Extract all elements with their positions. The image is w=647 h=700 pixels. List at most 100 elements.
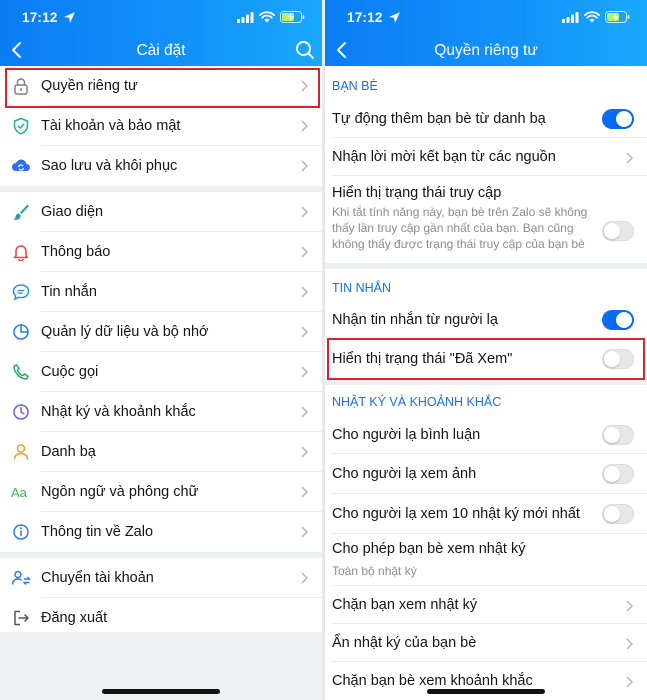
chevron-right-icon (626, 152, 633, 164)
section-header-diary: NHẬT KÝ VÀ KHOẢNH KHẮC (325, 385, 647, 415)
header-bar: 17:12 Cài đặt (0, 0, 322, 66)
access-status-description: Khi tắt tính năng này, bạn bè trên Zalo … (332, 205, 588, 251)
access-status-row: Hiển thị trạng thái truy cập Khi tắt tín… (325, 176, 647, 263)
settings-item-data-storage[interactable]: Quản lý dữ liệu và bộ nhớ (0, 312, 322, 352)
stranger-photos-row: Cho người lạ xem ảnh (325, 454, 647, 494)
settings-item-backup[interactable]: Sao lưu và khôi phục (0, 146, 322, 186)
block-moments-row[interactable]: Chặn bạn bè xem khoảnh khắc (325, 662, 647, 700)
access-status-toggle[interactable] (602, 221, 634, 241)
page-title: Quyền riêng tư (434, 42, 538, 59)
location-arrow-icon (389, 12, 400, 23)
aa-font-icon: Aa (11, 485, 28, 500)
row-label: Cho phép bạn bè xem nhật ký (332, 541, 526, 557)
seen-status-toggle[interactable] (602, 349, 634, 369)
chat-icon (12, 284, 30, 301)
switch-user-icon (11, 570, 31, 585)
stranger-recent-diary-toggle[interactable] (602, 504, 634, 524)
row-label: Nhận lời mời kết bạn từ các nguồn (332, 149, 556, 165)
chevron-right-icon (301, 120, 308, 132)
settings-item-label: Đăng xuất (41, 610, 108, 626)
settings-item-contacts[interactable]: Danh bạ (0, 432, 322, 472)
chevron-right-icon (301, 206, 308, 218)
logout-icon (14, 610, 29, 626)
seen-status-row: Hiển thị trạng thái "Đã Xem" (325, 339, 647, 379)
home-indicator (102, 689, 220, 694)
settings-item-label: Sao lưu và khôi phục (41, 158, 178, 174)
location-arrow-icon (64, 12, 75, 23)
wifi-icon (584, 11, 600, 23)
settings-screen: 17:12 Cài đặt Quyền riêng tư Tài khoản v… (0, 0, 322, 700)
friends-view-diary-row[interactable]: Cho phép bạn bè xem nhật ký Toàn bộ nhật… (325, 534, 647, 586)
settings-item-label: Cuộc gọi (41, 364, 99, 380)
status-bar: 17:12 (0, 10, 322, 26)
shield-icon (13, 117, 29, 135)
section-header-friends: BẠN BÈ (325, 66, 647, 100)
settings-item-calls[interactable]: Cuộc gọi (0, 352, 322, 392)
row-label: Ẩn nhật ký của bạn bè (332, 635, 477, 651)
status-time: 17:12 (347, 10, 383, 25)
brush-icon (13, 204, 29, 220)
chevron-right-icon (301, 526, 308, 538)
settings-item-label: Quản lý dữ liệu và bộ nhớ (41, 324, 209, 340)
settings-list: Quyền riêng tư Tài khoản và bảo mật Sao … (0, 66, 322, 700)
section-header-messages: TIN NHẮN (325, 269, 647, 301)
battery-charging-icon (280, 11, 305, 23)
stranger-messages-row: Nhận tin nhắn từ người lạ (325, 301, 647, 339)
settings-item-account-security[interactable]: Tài khoản và bảo mật (0, 106, 322, 146)
friend-invites-row[interactable]: Nhận lời mời kết bạn từ các nguồn (325, 138, 647, 176)
row-label: Cho người lạ xem 10 nhật ký mới nhất (332, 506, 580, 522)
row-label: Tự động thêm bạn bè từ danh bạ (332, 111, 546, 127)
chevron-right-icon (626, 638, 633, 650)
chevron-right-icon (301, 366, 308, 378)
page-title: Cài đặt (136, 42, 186, 59)
clock-icon (13, 404, 29, 420)
chevron-right-icon (301, 246, 308, 258)
settings-item-privacy[interactable]: Quyền riêng tư (0, 66, 322, 106)
settings-item-label: Danh bạ (41, 444, 96, 460)
privacy-list: BẠN BÈ Tự động thêm bạn bè từ danh bạ Nh… (325, 66, 647, 700)
settings-item-messages[interactable]: Tin nhắn (0, 272, 322, 312)
stranger-messages-toggle[interactable] (602, 310, 634, 330)
status-time: 17:12 (22, 10, 58, 25)
settings-item-switch-account[interactable]: Chuyển tài khoản (0, 558, 322, 598)
stranger-recent-diary-row: Cho người lạ xem 10 nhật ký mới nhất (325, 494, 647, 534)
stranger-photos-toggle[interactable] (602, 464, 634, 484)
settings-item-label: Tài khoản và bảo mật (41, 118, 181, 134)
chevron-right-icon (301, 286, 308, 298)
chevron-right-icon (301, 406, 308, 418)
settings-item-label: Chuyển tài khoản (41, 570, 154, 586)
phone-icon (13, 364, 29, 380)
chevron-right-icon (626, 676, 633, 688)
settings-item-diary[interactable]: Nhật ký và khoảnh khắc (0, 392, 322, 432)
wifi-icon (259, 11, 275, 23)
cellular-signal-icon (237, 11, 254, 23)
row-label: Chặn bạn bè xem khoảnh khắc (332, 673, 533, 689)
svg-text:Aa: Aa (11, 485, 28, 500)
stranger-comment-row: Cho người lạ bình luận (325, 415, 647, 454)
settings-item-appearance[interactable]: Giao diện (0, 192, 322, 232)
info-icon (13, 524, 29, 540)
chevron-right-icon (301, 160, 308, 172)
settings-item-about-zalo[interactable]: Thông tin về Zalo (0, 512, 322, 552)
row-label: Chặn bạn xem nhật ký (332, 597, 478, 613)
settings-item-label: Giao diện (41, 204, 104, 220)
settings-item-notifications[interactable]: Thông báo (0, 232, 322, 272)
settings-item-language-font[interactable]: Aa Ngôn ngữ và phông chữ (0, 472, 322, 512)
bell-icon (13, 245, 29, 261)
block-view-diary-row[interactable]: Chặn bạn xem nhật ký (325, 586, 647, 624)
settings-item-label: Thông báo (41, 244, 111, 260)
hide-friends-diary-row[interactable]: Ẩn nhật ký của bạn bè (325, 624, 647, 662)
privacy-screen: 17:12 Quyền riêng tư BẠN BÈ Tự động thêm… (325, 0, 647, 700)
chevron-right-icon (301, 80, 308, 92)
pie-chart-icon (13, 324, 29, 340)
auto-add-friends-toggle[interactable] (602, 109, 634, 129)
settings-item-label: Quyền riêng tư (41, 78, 138, 94)
settings-item-label: Ngôn ngữ và phông chữ (41, 484, 199, 500)
settings-item-label: Thông tin về Zalo (41, 524, 154, 540)
stranger-comment-toggle[interactable] (602, 424, 634, 445)
cloud-sync-icon (12, 159, 30, 171)
search-icon[interactable] (295, 40, 315, 60)
header-bar: 17:12 Quyền riêng tư (325, 0, 647, 66)
lock-icon (14, 78, 28, 95)
row-label: Hiển thị trạng thái "Đã Xem" (332, 351, 513, 367)
